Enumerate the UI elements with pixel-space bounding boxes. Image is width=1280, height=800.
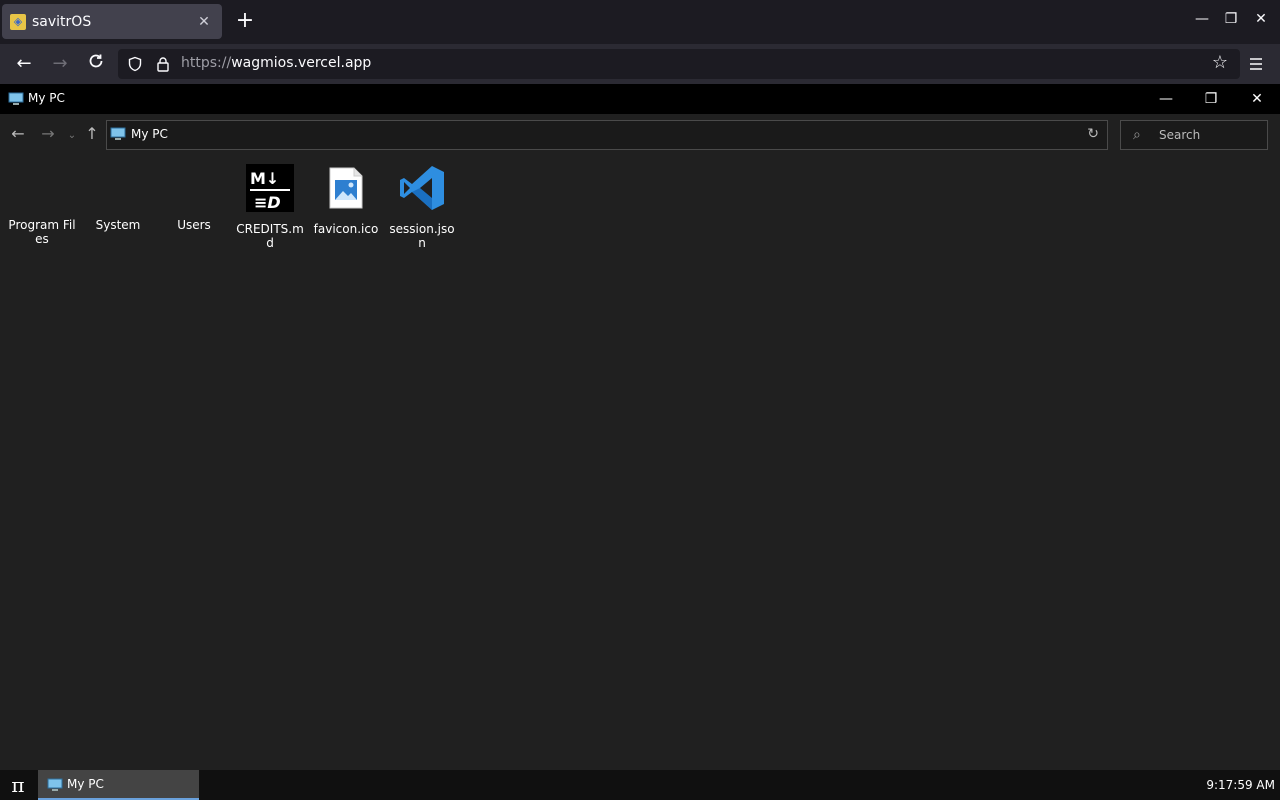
tracking-protection-icon[interactable] bbox=[127, 56, 143, 72]
file-item-favicon[interactable]: favicon.ico bbox=[310, 160, 382, 236]
window-title: My PC bbox=[28, 91, 65, 105]
window-minimize-button[interactable]: — bbox=[1154, 88, 1178, 110]
browser-tab-strip: ◈ savitrOS ✕ + — ❐ ✕ bbox=[0, 0, 1280, 44]
vscode-file-icon bbox=[400, 166, 444, 210]
file-label: CREDITS.md bbox=[236, 222, 304, 250]
app-menu-button[interactable] bbox=[1245, 52, 1267, 76]
taskbar-item-my-pc[interactable]: My PC bbox=[38, 770, 199, 800]
refresh-icon[interactable]: ↻ bbox=[1087, 126, 1099, 142]
file-label: Users bbox=[177, 218, 211, 232]
folder-icon bbox=[170, 164, 218, 212]
window-titlebar[interactable] bbox=[0, 84, 1280, 114]
browser-close-button[interactable]: ✕ bbox=[1251, 11, 1271, 27]
browser-restore-button[interactable]: ❐ bbox=[1221, 11, 1241, 27]
taskbar-item-label: My PC bbox=[67, 777, 104, 791]
file-label: session.json bbox=[389, 222, 455, 250]
search-input[interactable] bbox=[1159, 126, 1259, 144]
explorer-up-button[interactable]: ↑ bbox=[82, 124, 102, 143]
hamburger-menu-icon bbox=[1250, 58, 1262, 70]
url-bar[interactable]: https://wagmios.vercel.app ☆ bbox=[118, 49, 1240, 79]
markdown-file-icon: M↓ ≡D bbox=[246, 164, 294, 212]
file-label: Program Files bbox=[8, 218, 76, 246]
tab-close-icon[interactable]: ✕ bbox=[196, 14, 212, 30]
file-item-credits[interactable]: M↓ ≡D CREDITS.md bbox=[234, 160, 306, 250]
address-bar[interactable]: My PC ↻ bbox=[106, 120, 1108, 150]
file-item-session-json[interactable]: session.json bbox=[386, 160, 458, 250]
recent-locations-chevron-down-icon[interactable]: ⌄ bbox=[62, 130, 82, 141]
browser-tab[interactable]: ◈ savitrOS ✕ bbox=[2, 4, 222, 39]
bookmark-star-icon[interactable]: ☆ bbox=[1212, 52, 1228, 73]
file-label: System bbox=[95, 218, 141, 232]
new-tab-button[interactable]: + bbox=[233, 10, 257, 34]
svg-text:M↓: M↓ bbox=[250, 169, 279, 188]
explorer-back-button[interactable]: ← bbox=[8, 124, 28, 143]
computer-icon bbox=[8, 92, 24, 105]
computer-icon bbox=[110, 127, 126, 140]
file-item-users[interactable]: Users bbox=[158, 160, 230, 232]
taskbar-clock[interactable]: 9:17:59 AM bbox=[1206, 778, 1275, 792]
url-text: https://wagmios.vercel.app bbox=[181, 55, 372, 71]
forward-button[interactable]: → bbox=[48, 52, 72, 76]
folder-icon bbox=[94, 164, 142, 212]
image-file-icon bbox=[329, 167, 363, 209]
folder-icon bbox=[18, 164, 66, 212]
window-maximize-button[interactable]: ❐ bbox=[1199, 88, 1223, 110]
computer-icon bbox=[47, 778, 63, 791]
reload-icon bbox=[89, 54, 103, 68]
search-icon: ⌕ bbox=[1133, 127, 1141, 143]
window-close-button[interactable]: ✕ bbox=[1245, 88, 1269, 110]
svg-text:≡D: ≡D bbox=[254, 193, 281, 212]
browser-minimize-button[interactable]: — bbox=[1192, 11, 1212, 27]
start-button[interactable]: π bbox=[6, 772, 30, 798]
browser-toolbar: ← → https://wagmios.vercel.app ☆ bbox=[0, 44, 1280, 84]
file-item-system[interactable]: System bbox=[82, 160, 154, 232]
reload-button[interactable] bbox=[84, 52, 108, 76]
back-button[interactable]: ← bbox=[12, 52, 36, 76]
address-text: My PC bbox=[131, 127, 168, 141]
file-item-program-files[interactable]: Program Files bbox=[6, 160, 78, 246]
search-box[interactable]: ⌕ bbox=[1120, 120, 1268, 150]
tab-title: savitrOS bbox=[32, 13, 92, 30]
site-favicon-icon: ◈ bbox=[10, 13, 26, 30]
explorer-forward-button[interactable]: → bbox=[38, 124, 58, 143]
file-label: favicon.ico bbox=[313, 222, 379, 236]
lock-icon[interactable] bbox=[155, 56, 171, 72]
